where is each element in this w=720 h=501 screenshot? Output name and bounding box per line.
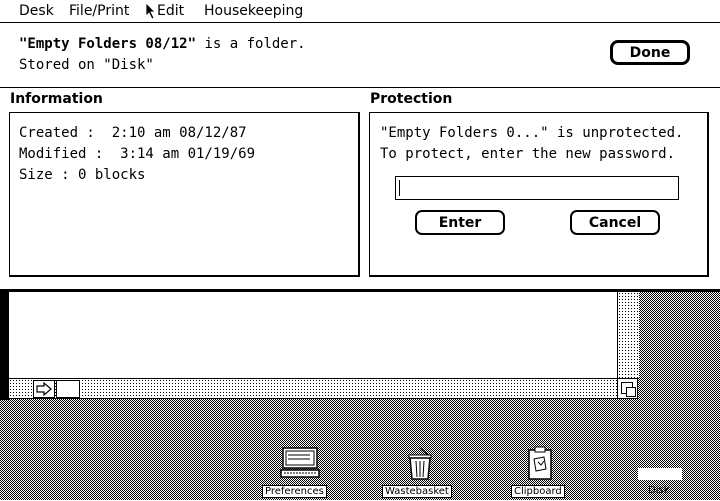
computer-icon	[280, 447, 320, 478]
resize-box-icon[interactable]	[617, 378, 638, 399]
protection-title: Protection	[370, 91, 453, 107]
window-left-edge	[0, 292, 9, 400]
item-name: "Empty Folders 08/12"	[19, 36, 197, 52]
text-cursor	[399, 180, 400, 196]
clipboard-label: Clipboard	[511, 485, 565, 498]
done-button[interactable]: Done	[610, 40, 690, 65]
scroll-thumb[interactable]	[56, 380, 80, 398]
stored-on-text: Stored on "Disk"	[19, 57, 154, 73]
menu-bar: Desk File/Print Edit Housekeeping	[0, 0, 720, 23]
scroll-arrow-right-icon[interactable]	[33, 380, 55, 398]
menu-edit[interactable]: Edit	[157, 3, 184, 19]
desktop-icon-clipboard[interactable]: Clipboard	[510, 445, 570, 501]
wastebasket-label: Wastebasket	[382, 485, 452, 498]
desktop: Preferences Wastebasket Clipboard Disk	[0, 289, 720, 500]
desktop-icon-wastebasket[interactable]: Wastebasket	[382, 447, 458, 501]
vertical-scrollbar[interactable]	[617, 292, 639, 378]
disk-icon	[638, 468, 682, 480]
cancel-button[interactable]: Cancel	[570, 210, 660, 235]
information-title: Information	[10, 91, 103, 107]
info-dialog: "Empty Folders 08/12" is a folder. Store…	[0, 23, 720, 289]
enter-button[interactable]: Enter	[415, 210, 505, 235]
size-text: Size : 0 blocks	[19, 167, 146, 183]
information-panel: Created : 2:10 am 08/12/87 Modified : 3:…	[9, 112, 360, 277]
modified-text: Modified : 3:14 am 01/19/69	[19, 146, 256, 162]
protection-status: "Empty Folders 0..." is unprotected.	[380, 125, 684, 141]
menu-housekeeping[interactable]: Housekeeping	[204, 3, 303, 19]
desktop-icon-disk[interactable]: Disk	[637, 465, 687, 501]
item-heading: "Empty Folders 08/12" is a folder.	[19, 36, 306, 52]
mouse-pointer-icon	[145, 2, 156, 20]
horizontal-scrollbar[interactable]	[9, 378, 617, 399]
menu-desk[interactable]: Desk	[19, 3, 54, 19]
password-field[interactable]	[395, 176, 679, 200]
dialog-divider	[0, 87, 720, 88]
item-kind: is a folder.	[196, 36, 306, 52]
protection-panel: "Empty Folders 0..." is unprotected. To …	[369, 112, 709, 277]
preferences-label: Preferences	[262, 485, 327, 498]
desktop-icon-preferences[interactable]: Preferences	[262, 447, 338, 501]
clipboard-icon	[528, 446, 552, 480]
folder-window-content	[9, 292, 617, 378]
menu-file-print[interactable]: File/Print	[69, 3, 129, 19]
disk-label: Disk	[648, 485, 670, 496]
wastebasket-icon	[408, 447, 432, 480]
created-text: Created : 2:10 am 08/12/87	[19, 125, 247, 141]
protection-instruction: To protect, enter the new password.	[380, 146, 676, 162]
